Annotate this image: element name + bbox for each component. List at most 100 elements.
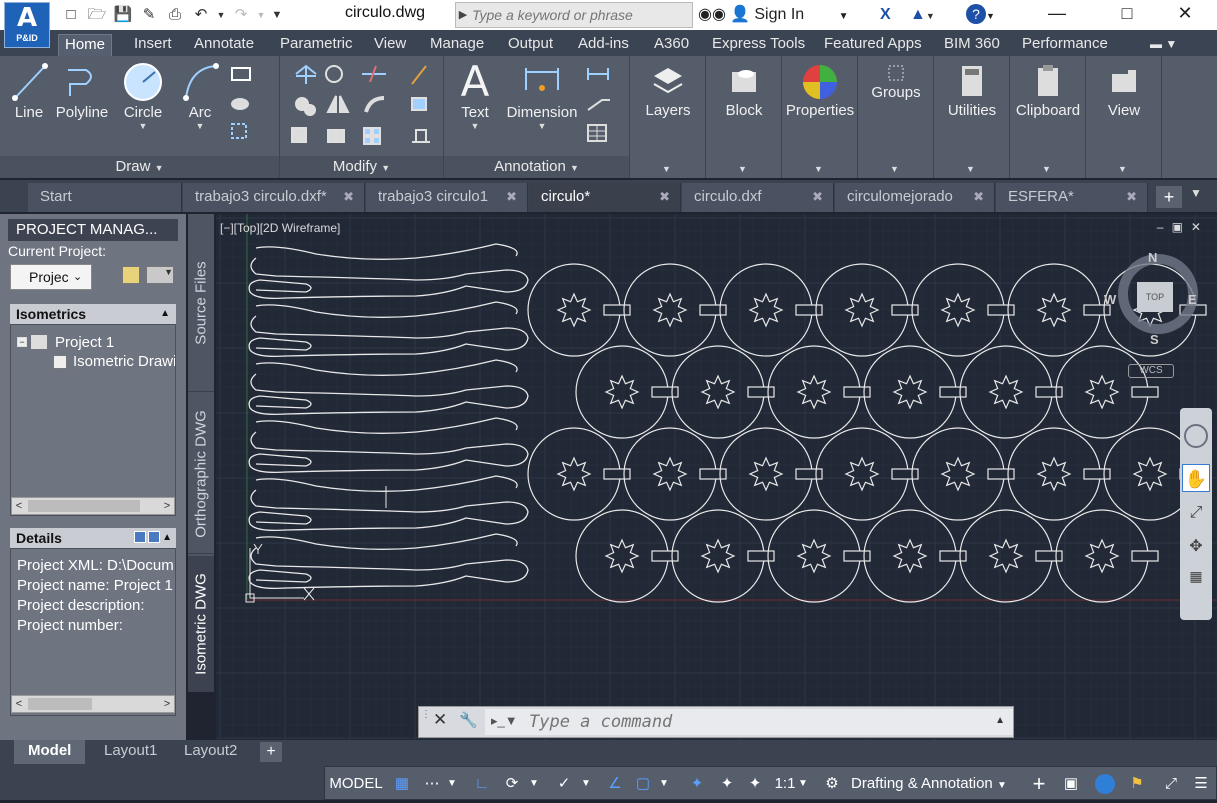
workspace-gear-icon[interactable]: ⚙ (821, 771, 843, 797)
tab-list-icon[interactable]: ▼ (1190, 186, 1202, 200)
auto-scale-icon[interactable]: ✦ (715, 771, 739, 797)
help-icon[interactable]: ? ▼ (966, 3, 995, 27)
viewcube-top-face[interactable]: TOP (1137, 282, 1173, 312)
dimension-button[interactable]: Dimension ▼ (502, 60, 582, 131)
annotation-visibility-icon[interactable]: ✦ (685, 771, 709, 797)
binoculars-icon[interactable]: ◉◉ (698, 3, 726, 27)
clipboard-panel[interactable]: Clipboard ▼ (1010, 56, 1086, 178)
hardware-acceleration-icon[interactable] (1095, 774, 1115, 794)
doc-tab-active[interactable]: circulo* ✖ (529, 183, 681, 212)
boundary-icon[interactable] (228, 122, 258, 148)
tab-manage[interactable]: Manage (424, 34, 490, 56)
polyline-button[interactable]: Polyline (52, 60, 112, 121)
undo-icon[interactable]: ↶ (190, 4, 212, 26)
object-snap-icon[interactable]: ▢ (631, 771, 655, 797)
side-tab-orthographic-dwg[interactable]: Orthographic DWG (188, 394, 214, 554)
doc-tab[interactable]: circulomejorado ✖ (835, 183, 995, 212)
project-tools-icon[interactable]: ▼ (146, 266, 174, 284)
view-button[interactable]: View (1086, 62, 1162, 119)
doc-tab-start[interactable]: Start (28, 183, 182, 212)
open-icon[interactable]: 🗁 (86, 4, 108, 26)
chevron-down-icon[interactable]: ▼ (966, 164, 975, 174)
chevron-down-icon[interactable]: ▼ (445, 771, 459, 797)
maximize-button[interactable]: □ (1104, 0, 1150, 28)
compass-west[interactable]: W (1104, 292, 1116, 307)
properties-panel[interactable]: Properties ▼ (782, 56, 858, 178)
groups-panel[interactable]: Groups ▼ (858, 56, 934, 178)
clean-screen-icon[interactable]: ⚑ (1125, 771, 1149, 797)
chevron-down-icon[interactable]: ▼ (738, 164, 747, 174)
leader-icon[interactable] (584, 94, 614, 120)
new-icon[interactable]: □ (60, 4, 82, 26)
layout-tab-model[interactable]: Model (14, 740, 86, 764)
undo-dropdown-icon[interactable]: ▼ (216, 4, 226, 26)
snap-icon[interactable]: ⋯ (421, 771, 443, 797)
preview-view-icon[interactable] (148, 531, 160, 543)
circle-button[interactable]: Circle ▼ (118, 60, 168, 131)
palette-title[interactable]: PROJECT MANAG... (8, 219, 178, 241)
object-snap-tracking-icon[interactable]: ✓ (551, 771, 577, 797)
doc-tab[interactable]: circulo.dxf ✖ (682, 183, 834, 212)
chevron-down-icon[interactable]: ▼ (1118, 164, 1127, 174)
chevron-down-icon[interactable]: ▼ (579, 771, 593, 797)
arc-button[interactable]: Arc ▼ (178, 60, 222, 131)
chevron-down-icon[interactable]: ▼ (1042, 164, 1051, 174)
lineweight-icon[interactable]: ∠ (603, 771, 627, 797)
grip-icon[interactable]: ⋮ (421, 709, 431, 735)
tab-a360[interactable]: A360 (648, 34, 695, 56)
tab-parametric[interactable]: Parametric (274, 34, 359, 56)
ribbon-minimize-icon[interactable]: ▬ ▼ (1144, 34, 1183, 56)
chevron-down-icon[interactable]: ▼ (662, 164, 671, 174)
compass-south[interactable]: S (1150, 332, 1159, 347)
wrench-icon[interactable]: 🔧 (459, 711, 478, 729)
chevron-down-icon[interactable]: ▼ (454, 121, 496, 131)
customization-menu-icon[interactable]: ☰ (1189, 771, 1213, 797)
chevron-down-icon[interactable]: ▼ (657, 771, 671, 797)
search-input[interactable] (472, 4, 690, 26)
command-history-icon[interactable]: ▲ (995, 715, 1005, 726)
close-icon[interactable]: ✖ (343, 183, 354, 211)
tab-bim-360[interactable]: BIM 360 (938, 34, 1006, 56)
line-button[interactable]: Line (8, 60, 50, 121)
annotation-panel-title[interactable]: Annotation ▼ (444, 156, 629, 178)
block-button[interactable]: Block (706, 62, 782, 119)
compass-east[interactable]: E (1188, 292, 1197, 307)
tab-add-ins[interactable]: Add-ins (572, 34, 635, 56)
minimize-button[interactable]: — (1034, 0, 1080, 28)
tree-item-project[interactable]: Project 1 (55, 334, 114, 351)
close-icon[interactable]: ✕ (433, 710, 447, 730)
tree-item-isometric-drawing[interactable]: Isometric Drawi (73, 353, 175, 370)
scroll-right-icon[interactable]: > (160, 696, 174, 712)
doc-tab[interactable]: ESFERA* ✖ (996, 183, 1148, 212)
save-icon[interactable]: 💾 (112, 4, 134, 26)
model-space-toggle[interactable]: MODEL (329, 771, 383, 797)
collapse-icon[interactable]: ▲ (162, 528, 172, 548)
exchange-apps-icon[interactable]: X (880, 3, 891, 27)
details-header[interactable]: Details ▲ (10, 528, 176, 548)
add-icon[interactable]: + (1027, 771, 1051, 797)
close-icon[interactable]: ✖ (659, 183, 670, 211)
chevron-down-icon[interactable]: ▼ (890, 164, 899, 174)
close-icon[interactable]: ✖ (1126, 183, 1137, 211)
compass-north[interactable]: N (1148, 250, 1157, 265)
scroll-right-icon[interactable]: > (160, 498, 174, 514)
grid-icon[interactable]: ▦ (391, 771, 413, 797)
annotation-scale-value[interactable]: 1:1 (773, 771, 797, 797)
chevron-down-icon[interactable]: ▼ (502, 121, 582, 131)
new-tab-button[interactable]: + (1156, 186, 1182, 208)
linear-dimension-icon[interactable] (584, 64, 614, 90)
layout-tab-layout1[interactable]: Layout1 (90, 740, 171, 764)
command-input[interactable] (485, 709, 1013, 735)
tab-express-tools[interactable]: Express Tools (706, 34, 811, 56)
scroll-left-icon[interactable]: < (12, 498, 26, 514)
tree-collapse-icon[interactable]: − (17, 337, 27, 347)
utilities-button[interactable]: Utilities (934, 62, 1010, 119)
doc-tab[interactable]: trabajo3 circulo1 ✖ (366, 183, 528, 212)
tab-featured-apps[interactable]: Featured Apps (818, 34, 928, 56)
application-menu-button[interactable]: A P&ID (4, 2, 50, 48)
scroll-left-icon[interactable]: < (12, 696, 26, 712)
hatch-icon[interactable] (228, 94, 258, 120)
drawing-canvas[interactable]: [−][Top][2D Wireframe] –▣✕ TOP N S E W W… (216, 214, 1217, 740)
tab-annotate[interactable]: Annotate (188, 34, 260, 56)
isolate-objects-icon[interactable]: ▣ (1059, 771, 1083, 797)
